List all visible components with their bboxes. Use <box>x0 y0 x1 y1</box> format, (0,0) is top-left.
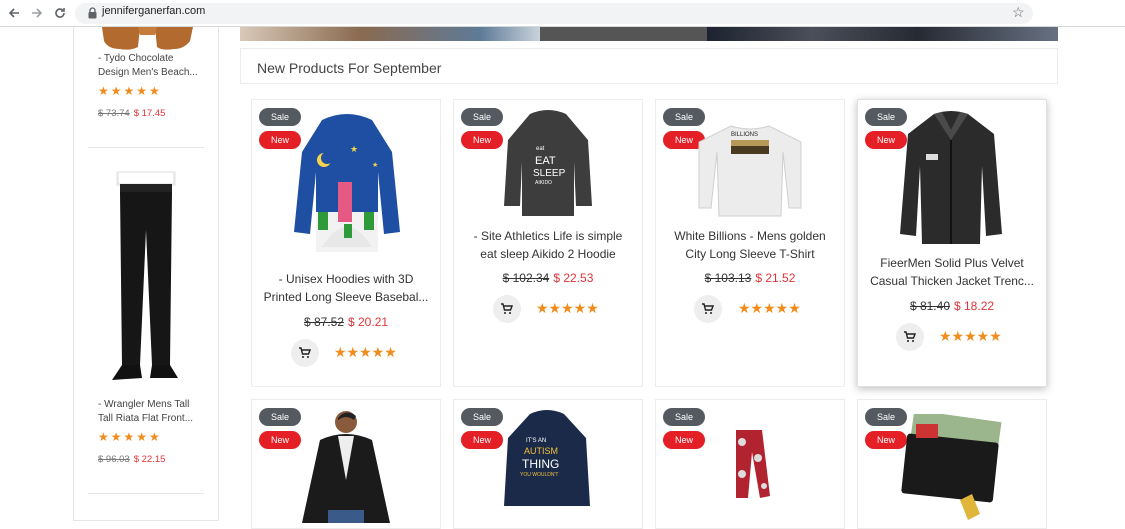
product-name-line1[interactable]: White Billions - Mens golden <box>655 227 845 245</box>
product-name-line2[interactable]: City Long Sleeve T-Shirt <box>655 245 845 263</box>
product-image[interactable] <box>898 110 1004 246</box>
sidebar-product-name-line1[interactable]: - Tydo Chocolate <box>98 52 208 66</box>
sidebar-product-name-line2[interactable]: Tall Riata Flat Front... <box>98 412 208 426</box>
rating-stars: ★★★★★ <box>98 430 162 444</box>
product-price: $ 102.34 $ 22.53 <box>453 271 643 285</box>
rating-stars: ★★★★★ <box>536 300 599 316</box>
product-price: $ 103.13 $ 21.52 <box>655 271 845 285</box>
wrangler-pants-image[interactable] <box>96 170 196 394</box>
product-image[interactable] <box>898 414 1008 522</box>
svg-text:THING: THING <box>522 457 559 471</box>
divider <box>88 147 204 148</box>
product-image[interactable] <box>732 428 772 500</box>
section-title: New Products For September <box>257 60 442 76</box>
url-text[interactable]: jenniferganerfan.com <box>102 5 205 17</box>
svg-text:AUTISM: AUTISM <box>524 446 558 456</box>
svg-text:YOU WOULDN'T: YOU WOULDN'T <box>520 472 558 478</box>
product-name[interactable]: White Billions - Mens golden City Long S… <box>655 227 845 263</box>
product-image[interactable] <box>298 410 396 523</box>
lock-icon[interactable] <box>88 7 97 19</box>
add-to-cart-button[interactable] <box>493 295 521 323</box>
rating-stars: ★★★★★ <box>334 344 397 360</box>
svg-text:★: ★ <box>372 161 378 169</box>
svg-text:eat: eat <box>536 146 545 152</box>
sale-price: $ 22.15 <box>133 454 166 465</box>
svg-text:AIKIDO: AIKIDO <box>535 180 552 186</box>
sale-badge: Sale <box>461 108 503 126</box>
product-name-line2[interactable]: Casual Thicken Jacket Trenc... <box>857 272 1047 290</box>
sale-price: $ 17.45 <box>133 108 166 119</box>
sidebar-product-name[interactable]: - Wrangler Mens Tall Tall Riata Flat Fro… <box>98 398 208 426</box>
old-price: $ 87.52 <box>303 315 344 329</box>
sale-price: $ 22.53 <box>553 271 594 285</box>
sale-badge: Sale <box>259 408 301 426</box>
cart-icon <box>702 303 714 314</box>
product-image[interactable]: IT'S AN AUTISM THING YOU WOULDN'T <box>502 410 592 510</box>
arrow-left-icon[interactable] <box>6 5 22 21</box>
svg-text:IT'S AN: IT'S AN <box>526 438 546 444</box>
product-name-line2[interactable]: Printed Long Sleeve Basebal... <box>251 288 441 306</box>
sale-badge: Sale <box>663 408 705 426</box>
product-name-line1[interactable]: - Site Athletics Life is simple <box>453 227 643 245</box>
old-price: $ 103.13 <box>704 271 752 285</box>
product-name[interactable]: - Unisex Hoodies with 3D Printed Long Sl… <box>251 270 441 306</box>
product-name-line2[interactable]: eat sleep Aikido 2 Hoodie <box>453 245 643 263</box>
cart-icon <box>501 303 513 314</box>
sidebar-product-name-line1[interactable]: - Wrangler Mens Tall <box>98 398 208 412</box>
banner-image-right <box>707 27 1058 41</box>
hero-banner[interactable] <box>240 27 1058 41</box>
product-name[interactable]: - Site Athletics Life is simple eat slee… <box>453 227 643 263</box>
reload-icon[interactable] <box>52 5 68 21</box>
product-image[interactable]: ★ ★ <box>292 112 402 262</box>
old-price: $ 96.03 <box>98 454 130 465</box>
cart-icon <box>299 347 311 358</box>
banner-image-left <box>240 27 540 41</box>
add-to-cart-button[interactable] <box>291 339 319 367</box>
product-name-line1[interactable]: - Unisex Hoodies with 3D <box>251 270 441 288</box>
old-price: $ 102.34 <box>502 271 550 285</box>
svg-text:BILLIONS: BILLIONS <box>731 132 758 138</box>
sale-price: $ 20.21 <box>348 315 389 329</box>
product-name[interactable]: FieerMen Solid Plus Velvet Casual Thicke… <box>857 254 1047 290</box>
sidebar-price: $ 73.74 $ 17.45 <box>98 108 165 119</box>
old-price: $ 81.40 <box>909 299 950 313</box>
rating-stars: ★★★★★ <box>939 328 1002 344</box>
svg-text:SLEEP: SLEEP <box>533 168 566 179</box>
new-badge: New <box>461 131 503 149</box>
product-image[interactable]: BILLIONS <box>697 122 803 218</box>
sidebar-product-name[interactable]: - Tydo Chocolate Design Men's Beach... <box>98 52 208 80</box>
address-bar[interactable] <box>75 3 1033 24</box>
arrow-right-icon[interactable] <box>29 5 45 21</box>
new-badge: New <box>461 431 503 449</box>
add-to-cart-button[interactable] <box>896 323 924 351</box>
svg-text:★: ★ <box>350 144 358 154</box>
svg-text:EAT: EAT <box>535 155 556 167</box>
divider <box>88 493 204 494</box>
rating-stars: ★★★★★ <box>98 84 162 98</box>
sale-badge: Sale <box>461 408 503 426</box>
browser-toolbar: jenniferganerfan.com ☆ <box>0 0 1125 27</box>
sale-price: $ 21.52 <box>755 271 796 285</box>
sale-price: $ 18.22 <box>954 299 995 313</box>
new-badge: New <box>259 431 301 449</box>
product-price: $ 81.40 $ 18.22 <box>857 299 1047 313</box>
sidebar-price: $ 96.03 $ 22.15 <box>98 454 165 465</box>
beach-shorts-image[interactable] <box>100 27 195 51</box>
product-name-line1[interactable]: FieerMen Solid Plus Velvet <box>857 254 1047 272</box>
rating-stars: ★★★★★ <box>738 300 801 316</box>
product-price: $ 87.52 $ 20.21 <box>251 315 441 329</box>
star-outline-icon[interactable]: ☆ <box>1012 4 1025 21</box>
old-price: $ 73.74 <box>98 108 130 119</box>
add-to-cart-button[interactable] <box>694 295 722 323</box>
cart-icon <box>904 331 916 342</box>
new-badge: New <box>663 431 705 449</box>
sidebar-product-name-line2[interactable]: Design Men's Beach... <box>98 66 208 80</box>
product-image[interactable]: eat EAT SLEEP AIKIDO <box>502 110 594 220</box>
